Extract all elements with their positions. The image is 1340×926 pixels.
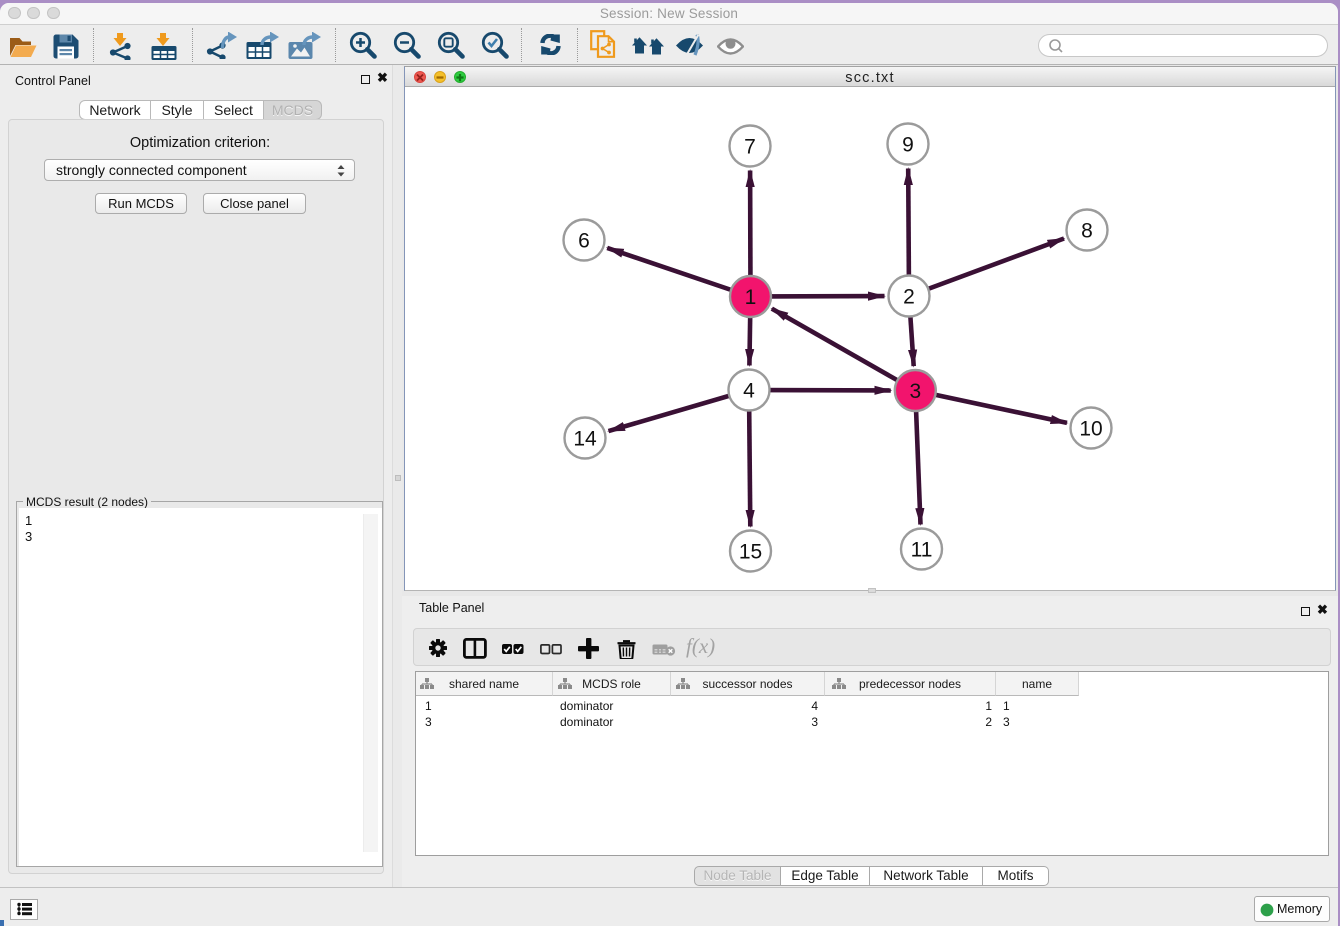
svg-text:4: 4 — [743, 380, 755, 403]
svg-text:3: 3 — [909, 380, 921, 403]
svg-text:15: 15 — [739, 541, 762, 564]
svg-text:11: 11 — [911, 539, 933, 562]
svg-text:2: 2 — [903, 286, 915, 309]
svg-text:7: 7 — [744, 136, 756, 159]
svg-text:9: 9 — [902, 134, 914, 157]
svg-text:6: 6 — [578, 230, 590, 253]
svg-text:8: 8 — [1081, 220, 1093, 243]
svg-text:1: 1 — [745, 286, 757, 309]
svg-text:10: 10 — [1079, 418, 1102, 441]
svg-text:14: 14 — [573, 428, 597, 451]
